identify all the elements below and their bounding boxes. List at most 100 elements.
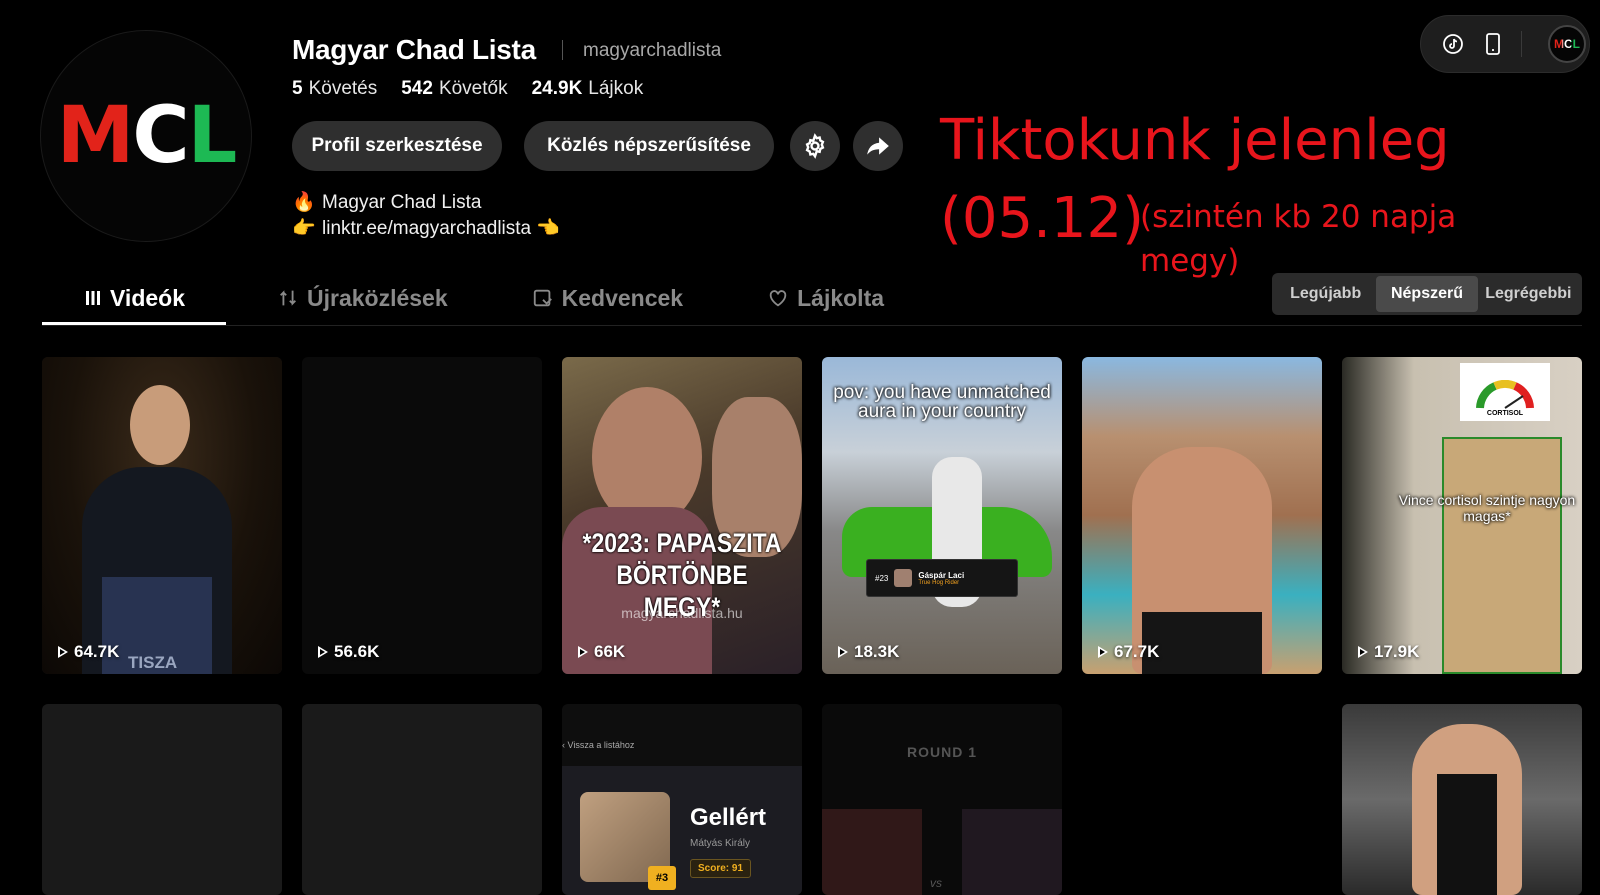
score-badge: Score: 91 [690,859,752,878]
view-count: 67.7K [1098,642,1159,662]
annotation-title: Tiktokunk jelenleg [940,108,1450,173]
speaker-head [130,385,190,465]
view-count: 18.3K [838,642,899,662]
view-count: 66K [578,642,625,662]
rank-number: #23 [875,573,889,583]
video-caption: pov: you have unmatched aura in your cou… [833,382,1051,422]
stat-label: Követők [438,78,508,99]
tab-favorites[interactable]: Kedvencek [490,272,725,324]
video-card[interactable] [42,704,282,895]
edit-profile-button[interactable]: Profil szerkesztése [292,121,502,171]
video-card[interactable] [1082,704,1322,895]
tab-label: Lájkolta [797,284,885,311]
repost-icon [280,290,296,306]
shorts [1142,612,1262,674]
view-count-text: 66K [594,642,626,661]
gauge-label: CORTISOL [1486,410,1524,417]
profile-stats: 5 Követés 542 Követők 24.9K Lájkok [292,78,643,100]
bookmark-icon [533,289,552,307]
rank-name: Gáspár Laci [918,570,965,580]
tab-label: Videók [110,284,185,311]
podium-logo-text: TISZA [128,653,178,672]
title-separator [562,40,563,60]
bio-link[interactable]: linktr.ee/magyarchadlista [322,218,531,239]
video-card[interactable]: *2023: PAPASZITA BÖRTÖNBE MEGY* magyarch… [562,357,802,674]
sort-oldest[interactable]: Legrégebbi [1478,276,1579,312]
video-card[interactable]: pov: you have unmatched aura in your cou… [822,357,1062,674]
profile-avatar[interactable]: MCL [40,30,252,242]
pointing-right-icon: 👉 [292,218,316,239]
logo-letter-l: L [187,91,238,181]
play-icon [318,646,328,658]
logo-letter-m: M [56,91,135,181]
sort-newest[interactable]: Legújabb [1275,276,1376,312]
video-card[interactable]: 56.6K [302,357,542,674]
account-avatar[interactable]: MCL [1548,25,1586,63]
view-count-text: 67.7K [1114,642,1160,661]
rank-subtitle: True Hog Rider [918,579,960,586]
profile-username: Magyar Chad Lista [292,34,536,65]
profile-bio: 🔥 Magyar Chad Lista 👉 linktr.ee/magyarchad… [292,190,560,242]
view-count-text: 18.3K [854,642,900,661]
rank-info: Gáspár Laci True Hog Rider [918,571,964,586]
video-caption: Vince cortisol szintje nagyon magas* [1398,492,1576,524]
top-right-toolbar: MCL [1420,15,1590,73]
heart-icon [769,290,787,307]
play-icon [1098,646,1108,658]
view-count: 56.6K [318,642,379,662]
play-icon [1358,646,1368,658]
view-count: 17.9K [1358,642,1419,662]
stat-label: Követés [308,78,378,99]
stat-followers[interactable]: 542 Követők [401,78,507,100]
video-card[interactable]: CORTISOL Vince cortisol szintje nagyon m… [1342,357,1582,674]
video-card[interactable]: ‹ Vissza a listához #3 Gellért Mátyás Ki… [562,704,802,895]
back-link-text: ‹ Vissza a listához [562,740,635,750]
round-label: ROUND 1 [906,744,977,760]
promote-post-button[interactable]: Közlés népszerűsítése [524,121,774,171]
stat-label: Lájkok [588,78,644,99]
versus-label: vs [930,876,942,890]
settings-button[interactable] [790,121,840,171]
cardboard-box [1442,437,1562,674]
fighter-left [822,809,922,895]
video-card[interactable] [302,704,542,895]
tab-liked[interactable]: Lájkolta [725,272,926,324]
video-card[interactable]: ROUND 1 vs [822,704,1062,895]
view-count-text: 64.7K [74,642,120,661]
tab-label: Újraközlések [307,284,448,311]
stat-following[interactable]: 5 Követés [292,78,377,100]
ranking-overlay: #23 Gáspár Laci True Hog Rider [866,559,1018,597]
tab-reposts[interactable]: Újraközlések [235,272,490,324]
gear-icon [805,133,825,159]
profile-tabs: Videók Újraközlések Kedvencek Lájkolta [42,272,926,324]
avatar-logo: MCL [56,91,238,181]
sort-popular[interactable]: Népszerű [1376,276,1478,312]
bio-line-name: 🔥 Magyar Chad Lista [292,190,560,216]
toolbar-separator [1521,31,1522,57]
mobile-icon[interactable] [1483,32,1503,56]
annotation-note: (szintén kb 20 napja megy) [1140,199,1457,279]
pointing-left-icon: 👈 [536,218,561,239]
video-card[interactable]: TISZA 64.7K [42,357,282,674]
tab-label: Kedvencek [561,284,684,311]
logo-letter-c: C [132,91,189,181]
annotation-date: (05.12) [940,186,1145,251]
video-card[interactable]: 67.7K [1082,357,1322,674]
bio-line-link[interactable]: 👉 linktr.ee/magyarchadlista 👈 [292,216,560,242]
rank-avatar [894,569,913,587]
mini-logo: MCL [1554,37,1580,51]
tabs-divider [42,325,1582,326]
tank-top [1437,774,1497,895]
tab-videos[interactable]: Videók [42,272,235,324]
bio-text: Magyar Chad Lista [322,192,482,213]
video-card[interactable] [1342,704,1582,895]
fighter-right [962,809,1062,895]
view-count: 64.7K [58,642,119,662]
stat-number: 24.9K [531,78,583,99]
cortisol-meter: CORTISOL [1460,363,1550,421]
rank-badge: #3 [648,866,676,890]
share-button[interactable] [853,121,903,171]
share-arrow-icon [867,137,889,155]
sort-toggle: Legújabb Népszerű Legrégebbi [1272,273,1582,315]
tiktok-icon[interactable] [1441,32,1465,56]
